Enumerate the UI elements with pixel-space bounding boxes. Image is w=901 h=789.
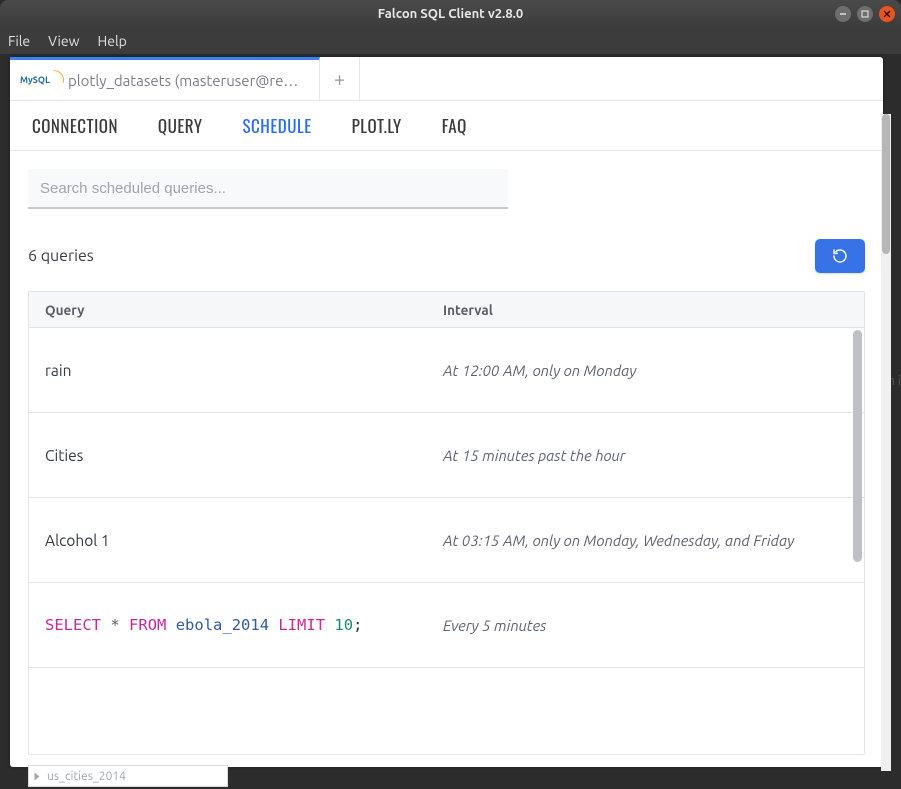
tab-connection[interactable]: CONNECTION: [32, 113, 118, 138]
menu-view[interactable]: View: [48, 33, 79, 49]
close-button[interactable]: [879, 6, 895, 22]
window-title: Falcon SQL Client v2.8.0: [378, 7, 523, 21]
tree-item-label: us_cities_2014: [47, 770, 126, 783]
query-count: 6 queries: [28, 247, 94, 265]
scrollbar-thumb[interactable]: [882, 114, 890, 254]
tab-query[interactable]: QUERY: [158, 113, 203, 138]
menubar: File View Help: [0, 28, 901, 54]
table-row[interactable]: SELECT * FROM ebola_2014 LIMIT 10; Every…: [29, 583, 864, 668]
menu-file[interactable]: File: [8, 33, 30, 49]
connection-tabstrip: MySQL plotly_datasets (masteruser@read… …: [10, 57, 883, 101]
connection-tab[interactable]: MySQL plotly_datasets (masteruser@read…: [10, 57, 320, 100]
col-query: Query: [29, 302, 437, 318]
main-panel: MySQL plotly_datasets (masteruser@read… …: [10, 57, 883, 767]
tab-schedule[interactable]: SCHEDULE: [243, 113, 312, 138]
panel-scrollbar[interactable]: [881, 114, 891, 771]
query-interval: At 12:00 AM, only on Monday: [437, 362, 864, 379]
search-input[interactable]: [28, 169, 508, 209]
refresh-button[interactable]: [815, 239, 865, 273]
query-sql: SELECT * FROM ebola_2014 LIMIT 10;: [29, 616, 437, 634]
table-row[interactable]: rain At 12:00 AM, only on Monday: [29, 328, 864, 413]
chevron-right-icon: [35, 772, 40, 780]
titlebar: Falcon SQL Client v2.8.0: [0, 0, 901, 28]
queries-table: Query Interval rain At 12:00 AM, only on…: [28, 291, 865, 755]
col-interval: Interval: [437, 302, 864, 318]
connection-tab-label: plotly_datasets (masteruser@read…: [68, 72, 305, 89]
menu-help[interactable]: Help: [98, 33, 127, 49]
maximize-button[interactable]: [857, 6, 873, 22]
tab-faq[interactable]: FAQ: [442, 113, 467, 138]
minimize-button[interactable]: [835, 6, 851, 22]
mysql-icon: MySQL: [20, 75, 62, 85]
query-interval: At 03:15 AM, only on Monday, Wednesday, …: [437, 532, 864, 549]
query-name: Alcohol 1: [29, 532, 437, 549]
background-tree-item[interactable]: us_cities_2014: [28, 765, 228, 787]
table-scrollbar[interactable]: [853, 330, 862, 752]
table-row[interactable]: Cities At 15 minutes past the hour: [29, 413, 864, 498]
add-connection-tab[interactable]: +: [320, 57, 360, 100]
query-interval: At 15 minutes past the hour: [437, 447, 864, 464]
tab-plotly[interactable]: PLOT.LY: [352, 113, 402, 138]
query-name: Cities: [29, 447, 437, 464]
scrollbar-thumb[interactable]: [853, 330, 862, 562]
refresh-icon: [832, 248, 848, 264]
nav-tabs: CONNECTION QUERY SCHEDULE PLOT.LY FAQ: [10, 101, 883, 151]
table-row[interactable]: Alcohol 1 At 03:15 AM, only on Monday, W…: [29, 498, 864, 583]
query-interval: Every 5 minutes: [437, 617, 864, 634]
query-name: rain: [29, 362, 437, 379]
